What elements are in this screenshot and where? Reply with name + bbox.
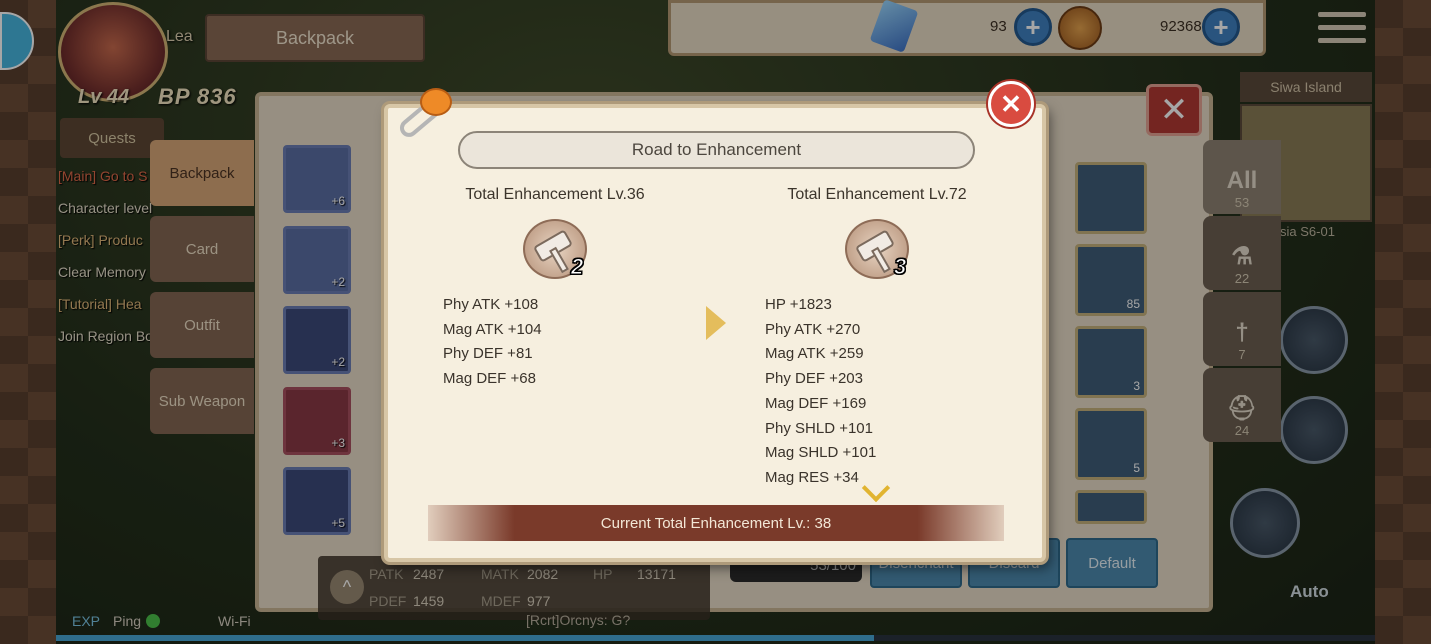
right-stat: Phy SHLD +101 (765, 420, 873, 437)
left-stat: Phy DEF +81 (443, 345, 533, 362)
left-stat: Mag DEF +68 (443, 370, 536, 387)
left-stat: Phy ATK +108 (443, 296, 539, 313)
right-stat: Phy ATK +270 (765, 321, 861, 338)
right-stat: Mag RES +34 (765, 469, 859, 486)
current-enhancement-level: Current Total Enhancement Lv.: 38 (428, 505, 1004, 541)
tier-number: 2 (570, 254, 584, 280)
close-modal-button[interactable]: ✕ (988, 81, 1034, 127)
right-stat: HP +1823 (765, 296, 832, 313)
right-stat: Mag SHLD +101 (765, 444, 877, 461)
right-stat: Mag DEF +169 (765, 395, 867, 412)
right-heading: Total Enhancement Lv.72 (787, 186, 967, 203)
left-stat: Mag ATK +104 (443, 321, 542, 338)
modal-title: Road to Enhancement (458, 131, 975, 169)
pumpkin-icon (420, 88, 452, 116)
right-stat: Mag ATK +259 (765, 345, 864, 362)
chevron-down-icon[interactable] (861, 473, 891, 503)
left-heading: Total Enhancement Lv.36 (465, 186, 645, 203)
paperclip-icon (392, 88, 462, 148)
tier-number: 3 (893, 254, 907, 280)
right-stat: Phy DEF +203 (765, 370, 863, 387)
arrow-right-icon (706, 306, 726, 340)
